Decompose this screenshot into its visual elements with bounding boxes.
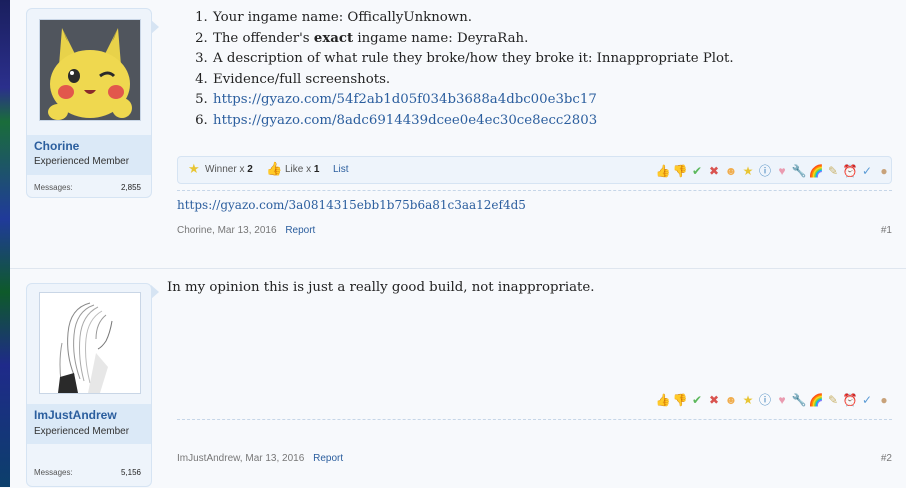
avatar-sketch[interactable] — [39, 292, 141, 394]
avatar-pikachu[interactable] — [39, 19, 141, 121]
background-galaxy-strip — [0, 0, 10, 487]
cookie-icon[interactable]: ● — [876, 163, 892, 179]
post-body: In my opinion this is just a really good… — [167, 280, 595, 295]
informative-icon[interactable]: ⓘ — [757, 392, 773, 408]
agree-icon[interactable]: ✔ — [689, 163, 705, 179]
meta-date[interactable]: Mar 13, 2016 — [245, 453, 304, 464]
informative-icon[interactable]: ⓘ — [757, 163, 773, 179]
creative-icon[interactable]: 🌈 — [808, 163, 824, 179]
messages-count[interactable]: 2,855 — [121, 183, 141, 192]
bad-spelling-icon[interactable]: ✓ — [859, 392, 875, 408]
agree-icon[interactable]: ✔ — [689, 392, 705, 408]
useful-icon[interactable]: 🔧 — [791, 163, 807, 179]
post-content: Your ingame name: OfficallyUnknown. The … — [168, 8, 892, 132]
sketch-avatar-image — [40, 293, 140, 393]
rating-icons-row: 👍 👎 ✔ ✖ ☻ ★ ⓘ ♥ 🔧 🌈 ✎ ⏰ ✓ ● — [654, 391, 892, 409]
bad-spelling-icon[interactable]: ✓ — [859, 163, 875, 179]
meta-author[interactable]: Chorine, — [177, 225, 215, 236]
meta-date[interactable]: Mar 13, 2016 — [218, 225, 277, 236]
winner-label: Winner x — [205, 164, 245, 175]
friendly-icon[interactable]: ♥ — [774, 163, 790, 179]
user-title: Experienced Member — [27, 155, 151, 175]
useful-icon[interactable]: 🔧 — [791, 392, 807, 408]
late-icon[interactable]: ⏰ — [842, 163, 858, 179]
disagree-icon[interactable]: ✖ — [706, 163, 722, 179]
rating-icons-row: 👍 👎 ✔ ✖ ☻ ★ ⓘ ♥ 🔧 🌈 ✎ ⏰ ✓ ● — [654, 162, 892, 180]
user-info-block: ImJustAndrew Experienced Member Messages… — [26, 283, 152, 487]
user-block-arrow — [151, 285, 159, 299]
like-icon: 👍 — [266, 161, 283, 176]
user-block-arrow — [151, 20, 159, 34]
winner-icon[interactable]: ★ — [740, 163, 756, 179]
signature-link[interactable]: https://gyazo.com/3a0814315ebb1b75b6a81c… — [177, 198, 526, 212]
disagree-icon[interactable]: ✖ — [706, 392, 722, 408]
post-1: Chorine Experienced Member Messages: 2,8… — [10, 0, 906, 258]
post-number[interactable]: #1 — [881, 225, 892, 236]
like-label: Like x — [285, 164, 312, 175]
username[interactable]: ImJustAndrew — [27, 404, 151, 424]
winner-icon[interactable]: ★ — [740, 392, 756, 408]
creative-icon[interactable]: 🌈 — [808, 392, 824, 408]
signature-divider — [177, 419, 892, 420]
likes-list-link[interactable]: List — [333, 164, 349, 175]
cookie-icon[interactable]: ● — [876, 392, 892, 408]
messages-count[interactable]: 5,156 — [121, 468, 141, 477]
username[interactable]: Chorine — [27, 135, 151, 157]
signature-divider — [177, 190, 892, 191]
evidence-link-1[interactable]: https://gyazo.com/54f2ab1d05f034b3688a4d… — [213, 92, 597, 107]
list-item-link: https://gyazo.com/8adc6914439dcee0e4ec30… — [212, 111, 892, 132]
winner-icon: ★ — [188, 161, 200, 176]
like-icon[interactable]: 👍 — [655, 163, 671, 179]
post-meta: Chorine, Mar 13, 2016 Report — [177, 225, 315, 236]
winner-count: 2 — [247, 164, 253, 175]
user-title: Experienced Member — [27, 424, 151, 444]
report-form-list: Your ingame name: OfficallyUnknown. The … — [168, 8, 892, 132]
user-info-block: Chorine Experienced Member Messages: 2,8… — [26, 8, 152, 198]
optimistic-icon[interactable]: ✎ — [825, 163, 841, 179]
messages-label: Messages: — [34, 468, 73, 477]
pikachu-avatar-image — [40, 20, 140, 120]
friendly-icon[interactable]: ♥ — [774, 392, 790, 408]
list-item-link: https://gyazo.com/54f2ab1d05f034b3688a4d… — [212, 90, 892, 111]
message-stats: Messages: 2,855 — [34, 183, 141, 192]
report-link[interactable]: Report — [313, 453, 343, 464]
list-item: A description of what rule they broke/ho… — [212, 49, 892, 70]
list-item: Evidence/full screenshots. — [212, 70, 892, 91]
like-icon[interactable]: 👍 — [655, 392, 671, 408]
like-count: 1 — [313, 164, 320, 175]
list-item: Your ingame name: OfficallyUnknown. — [212, 8, 892, 29]
messages-label: Messages: — [34, 183, 73, 192]
evidence-link-2[interactable]: https://gyazo.com/8adc6914439dcee0e4ec30… — [213, 113, 597, 128]
post-2: ImJustAndrew Experienced Member Messages… — [10, 268, 906, 488]
list-item: The offender's exact ingame name: DeyraR… — [212, 29, 892, 50]
late-icon[interactable]: ⏰ — [842, 392, 858, 408]
optimistic-icon[interactable]: ✎ — [825, 392, 841, 408]
funny-icon[interactable]: ☻ — [723, 163, 739, 179]
funny-icon[interactable]: ☻ — [723, 392, 739, 408]
message-stats: Messages: 5,156 — [34, 468, 141, 477]
post-number[interactable]: #2 — [881, 453, 892, 464]
report-link[interactable]: Report — [285, 225, 315, 236]
meta-author[interactable]: ImJustAndrew, — [177, 453, 243, 464]
post-meta: ImJustAndrew, Mar 13, 2016 Report — [177, 453, 343, 464]
dislike-icon[interactable]: 👎 — [672, 163, 688, 179]
dislike-icon[interactable]: 👎 — [672, 392, 688, 408]
